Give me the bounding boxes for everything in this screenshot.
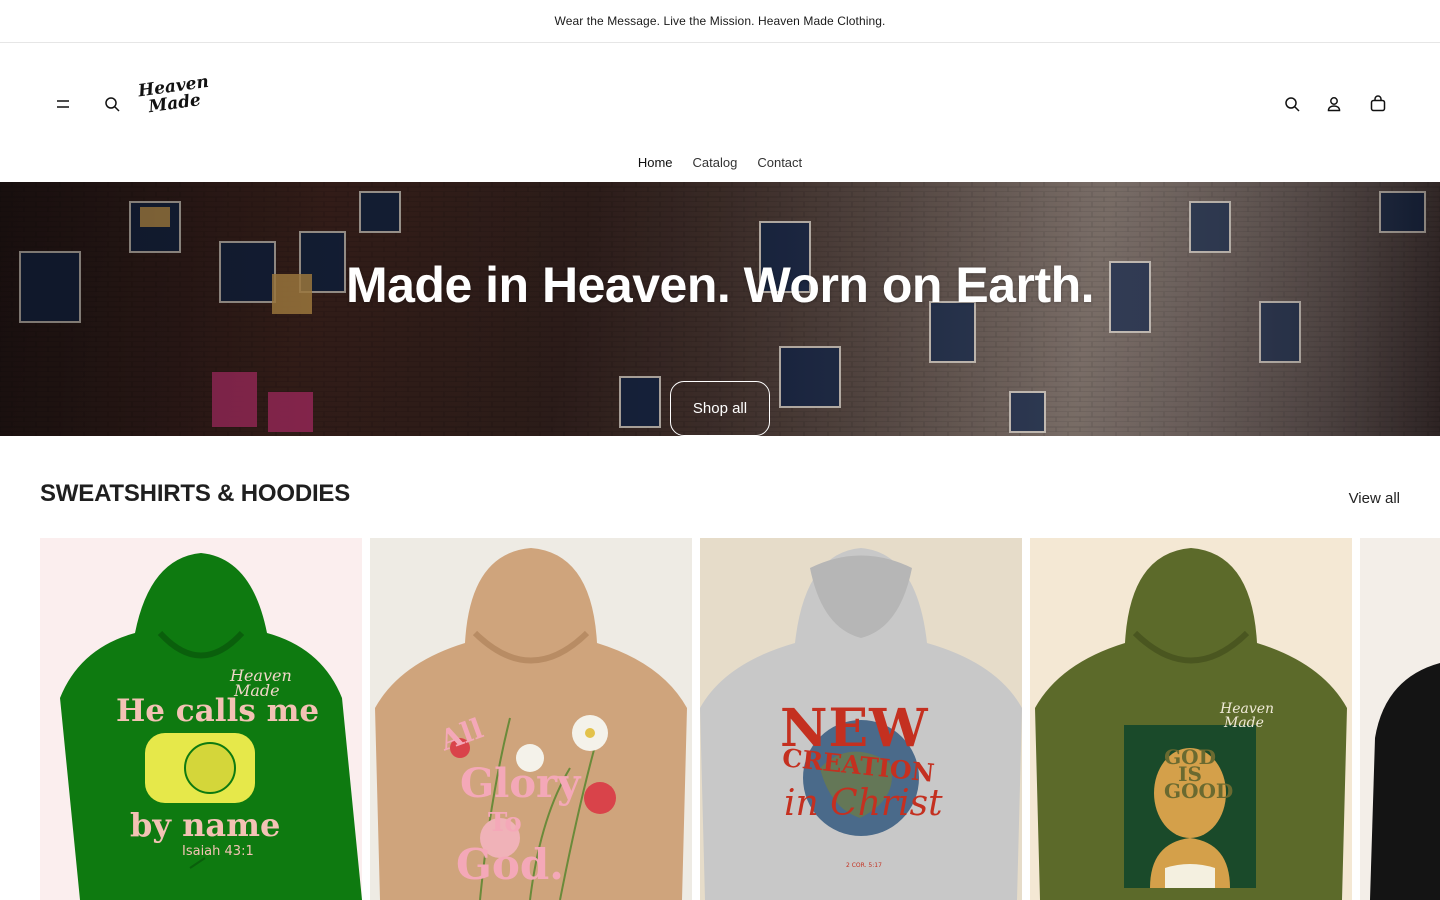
account-icon[interactable] <box>1314 84 1354 124</box>
product-carousel: Heaven Made He calls me by name Isaiah 4… <box>40 538 1440 900</box>
main-nav: Home Catalog Contact <box>0 155 1440 170</box>
product-card[interactable]: NEW CREATION in Christ 2 COR. 5:17 <box>700 538 1022 900</box>
product-image <box>1030 538 1352 900</box>
nav-contact[interactable]: Contact <box>757 155 802 170</box>
print-text-mid-2: To <box>488 808 522 838</box>
announcement-text: Wear the Message. Live the Mission. Heav… <box>554 14 886 28</box>
print-text-bottom: in Christ <box>784 783 943 824</box>
shop-all-button[interactable]: Shop all <box>670 381 770 436</box>
product-card[interactable]: All Glory To God. <box>370 538 692 900</box>
print-verse-ref: 2 COR. 5:17 <box>846 862 882 869</box>
print-text-mid: Glory <box>460 760 581 807</box>
nav-catalog[interactable]: Catalog <box>693 155 738 170</box>
menu-icon[interactable] <box>43 84 83 124</box>
nav-home[interactable]: Home <box>638 155 673 170</box>
print-brand-line-2: Made <box>1224 715 1264 731</box>
site-header: Heaven Made Home Catalog Contact <box>0 43 1440 182</box>
product-card[interactable]: Heaven Made He calls me by name Isaiah 4… <box>40 538 362 900</box>
hero-banner: Made in Heaven. Worn on Earth. Shop all <box>0 182 1440 436</box>
cart-icon[interactable] <box>1358 84 1398 124</box>
print-text-bottom: GOOD <box>1164 779 1234 803</box>
announcement-bar: Wear the Message. Live the Mission. Heav… <box>0 0 1440 43</box>
brand-logo[interactable]: Heaven Made <box>137 72 210 127</box>
view-all-link[interactable]: View all <box>1349 490 1400 507</box>
product-card[interactable]: Heaven Made GOD IS GOOD <box>1030 538 1352 900</box>
search-icon[interactable] <box>92 84 132 124</box>
collection-title: SWEATSHIRTS & HOODIES <box>40 480 351 507</box>
search-icon[interactable] <box>1272 84 1312 124</box>
print-text-top: He calls me <box>116 693 320 729</box>
product-card[interactable] <box>1360 538 1440 900</box>
print-verse-ref: Isaiah 43:1 <box>182 844 254 859</box>
print-text-bottom: by name <box>130 806 281 844</box>
product-image <box>1360 538 1440 900</box>
print-text-bottom: God. <box>456 840 564 889</box>
hero-title: Made in Heaven. Worn on Earth. <box>345 257 1095 313</box>
